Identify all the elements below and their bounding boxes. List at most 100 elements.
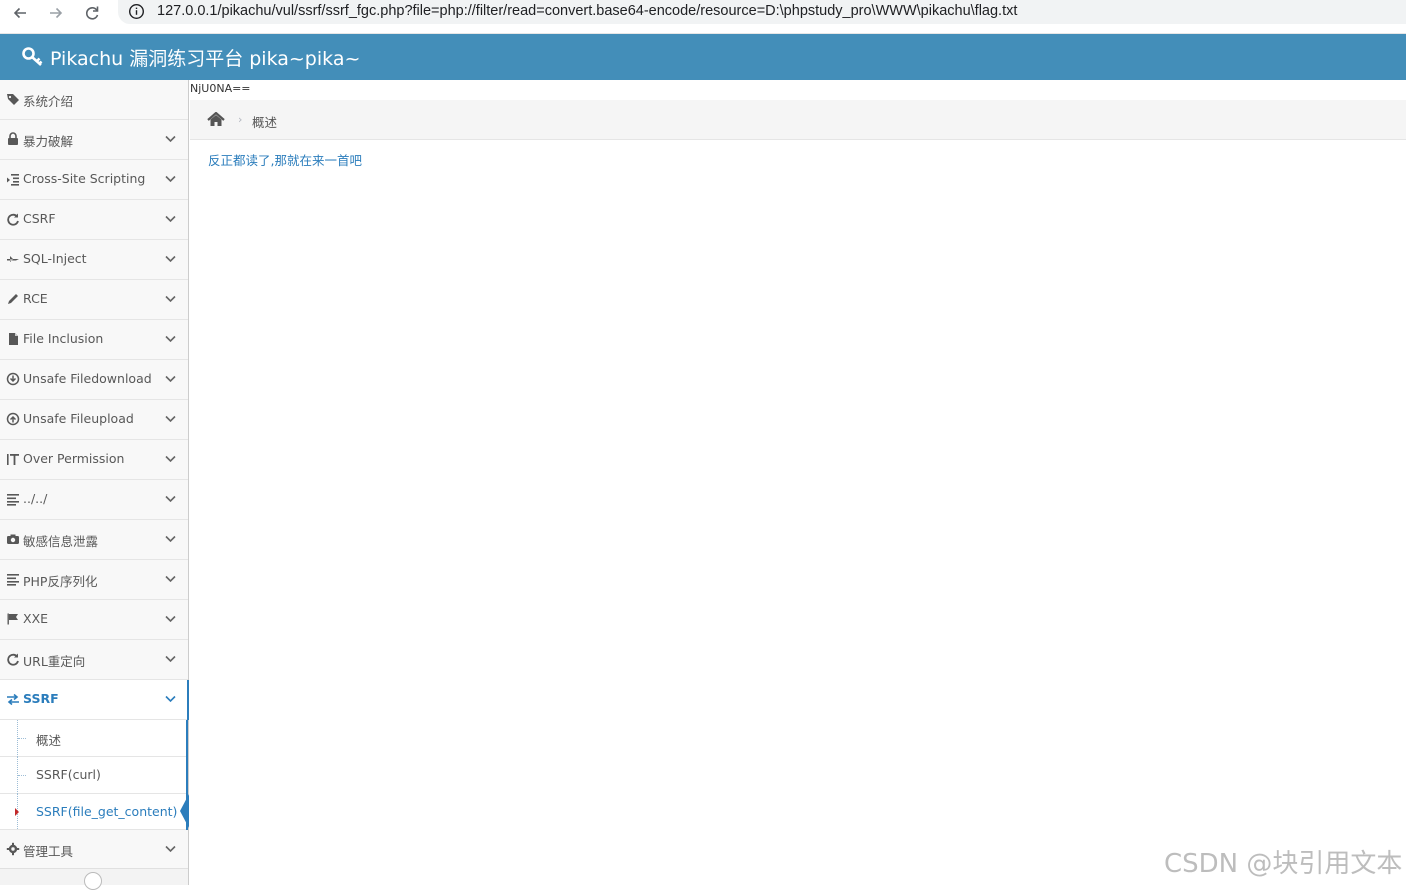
app-title[interactable]: Pikachu 漏洞练习平台 pika~pika~ [50, 44, 360, 71]
breadcrumb-current: 概述 [252, 115, 278, 130]
collapse-icon[interactable] [84, 872, 102, 890]
caret-right-icon [15, 808, 19, 816]
back-button[interactable] [9, 2, 33, 24]
sidebar-item-php[interactable]: PHP反序列化 [0, 560, 188, 600]
back-arrow-icon [13, 7, 26, 19]
watermark: CSDN @块引用文本 [1164, 849, 1403, 879]
sidebar-item-label: Unsafe Filedownload [23, 371, 152, 386]
tree-branch [18, 738, 26, 739]
sidebar-item-label: 暴力破解 [23, 134, 74, 149]
sidebar-item-label: ../../ [23, 491, 48, 506]
sidebar-item-sql-inject[interactable]: SQL-Inject [0, 240, 188, 280]
chevron-down-icon[interactable] [165, 455, 176, 463]
submenu-item-2[interactable]: SSRF(file_get_content) [0, 794, 189, 831]
sidebar-item-label: 管理工具 [23, 844, 74, 859]
sidebar-item-label: 系统介绍 [23, 94, 74, 109]
address-bar[interactable]: 127.0.0.1/pikachu/vul/ssrf/ssrf_fgc.php?… [118, 0, 1406, 24]
chevron-down-icon[interactable] [165, 495, 176, 503]
sidebar-item-cross-site-scripting[interactable]: Cross-Site Scripting [0, 160, 188, 200]
tag-icon [7, 94, 19, 105]
app-header: Pikachu 漏洞练习平台 pika~pika~ [0, 34, 1406, 80]
chevron-down-icon[interactable] [165, 535, 176, 543]
chevron-down-icon[interactable] [165, 845, 176, 853]
sidebar-item-0[interactable]: 系统介绍 [0, 80, 188, 120]
refresh-icon [7, 653, 19, 666]
sidebar-item-label: URL重定向 [23, 654, 86, 669]
chevron-down-icon[interactable] [165, 295, 176, 303]
submenu-item-label: SSRF(curl) [36, 767, 101, 782]
sidebar-collapse[interactable] [0, 868, 188, 890]
chevron-down-icon[interactable] [165, 695, 176, 703]
sidebar-item-11[interactable]: 敏感信息泄露 [0, 520, 188, 560]
text-height-icon [7, 454, 19, 465]
sidebar-item-label: SSRF [23, 691, 59, 706]
flag-icon [7, 613, 18, 625]
ssrf-submenu: 概述 SSRF(curl) SSRF(file_get_content) [0, 720, 189, 831]
sidebar-item-unsafe-fileupload[interactable]: Unsafe Fileupload [0, 400, 188, 440]
cog-icon [6, 842, 20, 856]
submenu-item-1[interactable]: SSRF(curl) [0, 757, 186, 794]
sidebar-item-csrf[interactable]: CSRF [0, 200, 188, 240]
align-left-icon [7, 574, 19, 586]
home-icon[interactable] [207, 112, 225, 127]
chevron-down-icon[interactable] [165, 575, 176, 583]
sidebar-item-ssrf[interactable]: SSRF [0, 680, 189, 720]
sidebar-item-unsafe-filedownload[interactable]: Unsafe Filedownload [0, 360, 188, 400]
chevron-down-icon[interactable] [165, 415, 176, 423]
content-link[interactable]: 反正都读了,那就在来一首吧 [208, 150, 362, 169]
reload-icon [86, 6, 99, 20]
sidebar-item-url[interactable]: URL重定向 [0, 640, 188, 680]
indent-icon [7, 174, 19, 186]
chevron-down-icon[interactable] [165, 655, 176, 663]
breadcrumb-separator: › [238, 113, 243, 126]
breadcrumb: › 概述 [190, 100, 1406, 140]
sidebar-item-label: XXE [23, 611, 49, 626]
submenu-item-label: 概述 [36, 733, 62, 748]
sidebar-item-over-permission[interactable]: Over Permission [0, 440, 188, 480]
sidebar-item-rce[interactable]: RCE [0, 280, 188, 320]
file-icon [9, 333, 18, 345]
key-icon [22, 47, 43, 66]
sidebar-item-tools[interactable]: 管理工具 [0, 830, 188, 870]
chevron-down-icon[interactable] [165, 215, 176, 223]
sidebar-item-10[interactable]: ../../ [0, 480, 188, 520]
reload-button[interactable] [81, 2, 105, 24]
fighter-jet-icon [7, 256, 19, 262]
sidebar-item-label: RCE [23, 291, 48, 306]
sidebar-item-label: PHP反序列化 [23, 574, 98, 589]
sidebar-item-xxe[interactable]: XXE [0, 600, 188, 640]
chevron-down-icon[interactable] [165, 615, 176, 623]
site-info-icon[interactable] [128, 3, 145, 20]
sidebar-item-label: CSRF [23, 211, 56, 226]
sidebar-item-label: Unsafe Fileupload [23, 411, 134, 426]
sidebar-item-file-inclusion[interactable]: File Inclusion [0, 320, 188, 360]
sidebar-item-label: Over Permission [23, 451, 125, 466]
exchange-icon [7, 693, 19, 706]
camera-icon [7, 534, 19, 544]
sidebar-item-1[interactable]: 暴力破解 [0, 120, 188, 160]
forward-arrow-icon [50, 7, 63, 19]
chevron-down-icon[interactable] [165, 175, 176, 183]
refresh-icon [7, 213, 19, 226]
tree-branch [18, 775, 26, 776]
browser-toolbar: 127.0.0.1/pikachu/vul/ssrf/ssrf_fgc.php?… [0, 0, 1406, 34]
download-circle-icon [6, 372, 20, 386]
lock-icon [8, 132, 18, 145]
sidebar-item-label: Cross-Site Scripting [23, 171, 146, 186]
chevron-down-icon[interactable] [165, 335, 176, 343]
raw-output-text: NjU0NA== [190, 82, 251, 95]
pencil-icon [8, 294, 18, 304]
chevron-down-icon[interactable] [165, 375, 176, 383]
chevron-down-icon[interactable] [165, 255, 176, 263]
align-left-icon [7, 494, 19, 506]
chevron-down-icon[interactable] [165, 135, 176, 143]
active-indicator [180, 794, 189, 828]
upload-circle-icon [6, 412, 20, 426]
submenu-item-0[interactable]: 概述 [0, 720, 186, 757]
sidebar-item-label: SQL-Inject [23, 251, 87, 266]
url-text[interactable]: 127.0.0.1/pikachu/vul/ssrf/ssrf_fgc.php?… [157, 3, 1017, 19]
sidebar-item-label: 敏感信息泄露 [23, 534, 99, 549]
submenu-item-label: SSRF(file_get_content) [36, 804, 178, 819]
forward-button[interactable] [45, 2, 69, 24]
sidebar: 系统介绍暴力破解 Cross-Site Scripting CSRF SQL-Inje… [0, 80, 189, 890]
